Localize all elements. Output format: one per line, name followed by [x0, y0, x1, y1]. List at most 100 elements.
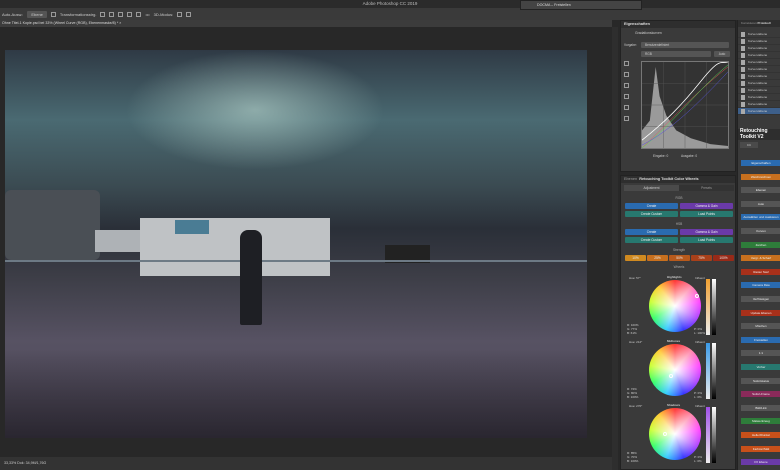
3d-pan-icon[interactable]	[186, 11, 192, 17]
toolkit-button[interactable]: Zeichen	[741, 241, 780, 248]
tab-ebenen[interactable]: Ebenen	[624, 177, 637, 181]
luminance-slider[interactable]	[712, 407, 716, 463]
toolkit-button[interactable]: Sofortstatus	[741, 377, 780, 384]
strength-50-button[interactable]: 50%	[669, 255, 690, 261]
hsb-load-points-button[interactable]: Load Points	[680, 237, 733, 243]
wheel-influence-label: Influent	[695, 276, 705, 280]
toolkit-button[interactable]: Verflüssigen	[741, 296, 780, 302]
layer-item[interactable]: Kurven-Ebene	[738, 45, 780, 52]
toolkit-button[interactable]: Eigenschaften	[741, 160, 780, 166]
status-bar: 33,33% Dok: 34,9M/1,76G	[0, 457, 612, 470]
tab-adjustment[interactable]: Adjustment	[624, 185, 679, 191]
layer-item[interactable]: Kurven-Ebene	[738, 31, 780, 38]
channel-dropdown[interactable]: RGB	[641, 51, 711, 57]
color-wheel-shadows[interactable]	[649, 408, 701, 460]
white-eyedropper-icon[interactable]	[624, 94, 629, 99]
docma-panel[interactable]: DOCMA – Freistellen	[520, 0, 642, 10]
target-adjust-icon[interactable]	[624, 61, 629, 66]
toolkit-button[interactable]: Update Ebenen	[741, 309, 780, 316]
toolkit-button[interactable]: Kurven	[741, 228, 780, 234]
toolkit-button[interactable]: Vorher	[741, 364, 780, 370]
more-options-icon[interactable]: •••	[145, 12, 149, 17]
rgb-gamma-gain-button[interactable]: Gamma & Gain	[680, 203, 733, 209]
toolkit-button[interactable]: Raster Sw2	[741, 268, 780, 275]
toolkit-button[interactable]: Mischen	[741, 323, 780, 330]
vertical-scrollbar[interactable]	[612, 27, 618, 470]
toolkit-button[interactable]: Auswählen und maskieren	[741, 214, 780, 221]
layer-item[interactable]: Kurven-Ebene	[738, 80, 780, 87]
luminance-slider[interactable]	[712, 279, 716, 335]
preset-dropdown[interactable]: Benutzerdefiniert	[641, 42, 729, 48]
layer-item[interactable]: Kurven-Ebene	[738, 38, 780, 45]
layer-item[interactable]: Kurven-Ebene	[738, 101, 780, 108]
toolkit-button[interactable]: Vergr. & Scharf	[741, 255, 780, 262]
layer-item[interactable]: Kurven-Ebene	[738, 59, 780, 66]
toolkit-button[interactable]: FX Ebene	[741, 459, 780, 466]
tab-presets[interactable]: Presets	[679, 185, 734, 191]
strength-10-button[interactable]: 10%	[625, 255, 646, 261]
color-wheel-midtones[interactable]	[649, 344, 701, 396]
toolkit-button[interactable]: Bild/Link	[741, 404, 780, 411]
luminance-slider[interactable]	[712, 343, 716, 399]
align-center-icon[interactable]	[109, 11, 115, 17]
distribute-icon[interactable]	[136, 11, 142, 17]
layer-item[interactable]: Kurven-Ebene	[738, 52, 780, 59]
toolkit-button[interactable]: Camera Raw	[741, 282, 780, 289]
auto-select-dropdown[interactable]: Ebene	[27, 10, 47, 18]
wheel-handle[interactable]	[663, 432, 667, 436]
curve-point-icon[interactable]	[624, 105, 629, 110]
tab-korrekturen[interactable]: Korrekturen	[741, 21, 757, 25]
toolkit-button[interactable]: Malwerkzeug	[741, 418, 780, 425]
align-right-icon[interactable]	[118, 11, 124, 17]
auto-button[interactable]: Auto	[714, 51, 730, 57]
layer-item[interactable]: Kurven-Ebene	[738, 94, 780, 101]
gray-eyedropper-icon[interactable]	[624, 83, 629, 88]
hsb-create-custom-button[interactable]: Create Custom	[625, 237, 678, 243]
3d-rotate-icon[interactable]	[177, 11, 183, 17]
input-field[interactable]: Eingabe: 0	[653, 154, 668, 158]
pencil-icon[interactable]	[624, 116, 629, 121]
output-field[interactable]: Ausgabe: 0	[681, 154, 697, 158]
document-image[interactable]	[5, 50, 587, 438]
black-eyedropper-icon[interactable]	[624, 72, 629, 77]
hsb-create-button[interactable]: Create	[625, 229, 678, 235]
curves-graph[interactable]	[641, 61, 729, 149]
tab-cc[interactable]: CC	[740, 142, 758, 148]
rgb-load-points-button[interactable]: Load Points	[680, 211, 733, 217]
hsb-gamma-gain-button[interactable]: Gamma & Gain	[680, 229, 733, 235]
toolkit-button[interactable]: Ebenen	[741, 187, 780, 194]
influence-slider[interactable]	[706, 343, 710, 399]
transform-controls-label[interactable]: Transformationsstrg.	[60, 12, 97, 17]
align-left-icon[interactable]	[100, 11, 106, 17]
toolkit-button[interactable]: Weichzeichnen	[741, 173, 780, 180]
strength-100-button[interactable]: 100%	[713, 255, 734, 261]
toolkit-button[interactable]: Freistellen	[741, 336, 780, 343]
wheel-handle[interactable]	[695, 294, 699, 298]
strength-25-button[interactable]: 25%	[647, 255, 668, 261]
color-wheel-highlights[interactable]	[649, 280, 701, 332]
wheel-handle[interactable]	[669, 374, 673, 378]
sky-glow	[125, 50, 385, 170]
rgb-create-custom-button[interactable]: Create Custom	[625, 211, 678, 217]
document-tab[interactable]: Ohne Titel-1 Kopie.psd bei 33% (Wheel Cu…	[0, 20, 612, 27]
align-top-icon[interactable]	[127, 11, 133, 17]
layer-item[interactable]: Kurven-Ebene	[738, 66, 780, 73]
rgb-create-button[interactable]: Create	[625, 203, 678, 209]
layer-item[interactable]: Kurven-Ebene	[738, 87, 780, 94]
layer-item[interactable]: Kurven-Ebene	[738, 108, 780, 115]
curve-tools	[624, 61, 632, 131]
wheel-influence-label: Influent	[695, 340, 705, 344]
tab-protokoll[interactable]: Protokoll	[758, 21, 771, 25]
strength-75-button[interactable]: 75%	[691, 255, 712, 261]
toolkit-button[interactable]: 1:1	[741, 350, 780, 357]
toolkit-button[interactable]: Sofort-Frame	[741, 391, 780, 398]
checkbox-icon[interactable]	[50, 11, 56, 17]
toolkit-button[interactable]: Auto	[741, 200, 780, 207]
wheel-hue: Hue: 270°	[629, 404, 643, 408]
retouching-toolkit-panel: Ebenen Retouching Toolkit Color Wheels A…	[620, 175, 736, 470]
layer-item[interactable]: Kurven-Ebene	[738, 73, 780, 80]
toolkit-button[interactable]: Heller/Dunkel	[741, 432, 780, 438]
toolkit-button[interactable]: Farbton/Sätt	[741, 445, 780, 452]
influence-slider[interactable]	[706, 279, 710, 335]
influence-slider[interactable]	[706, 407, 710, 463]
